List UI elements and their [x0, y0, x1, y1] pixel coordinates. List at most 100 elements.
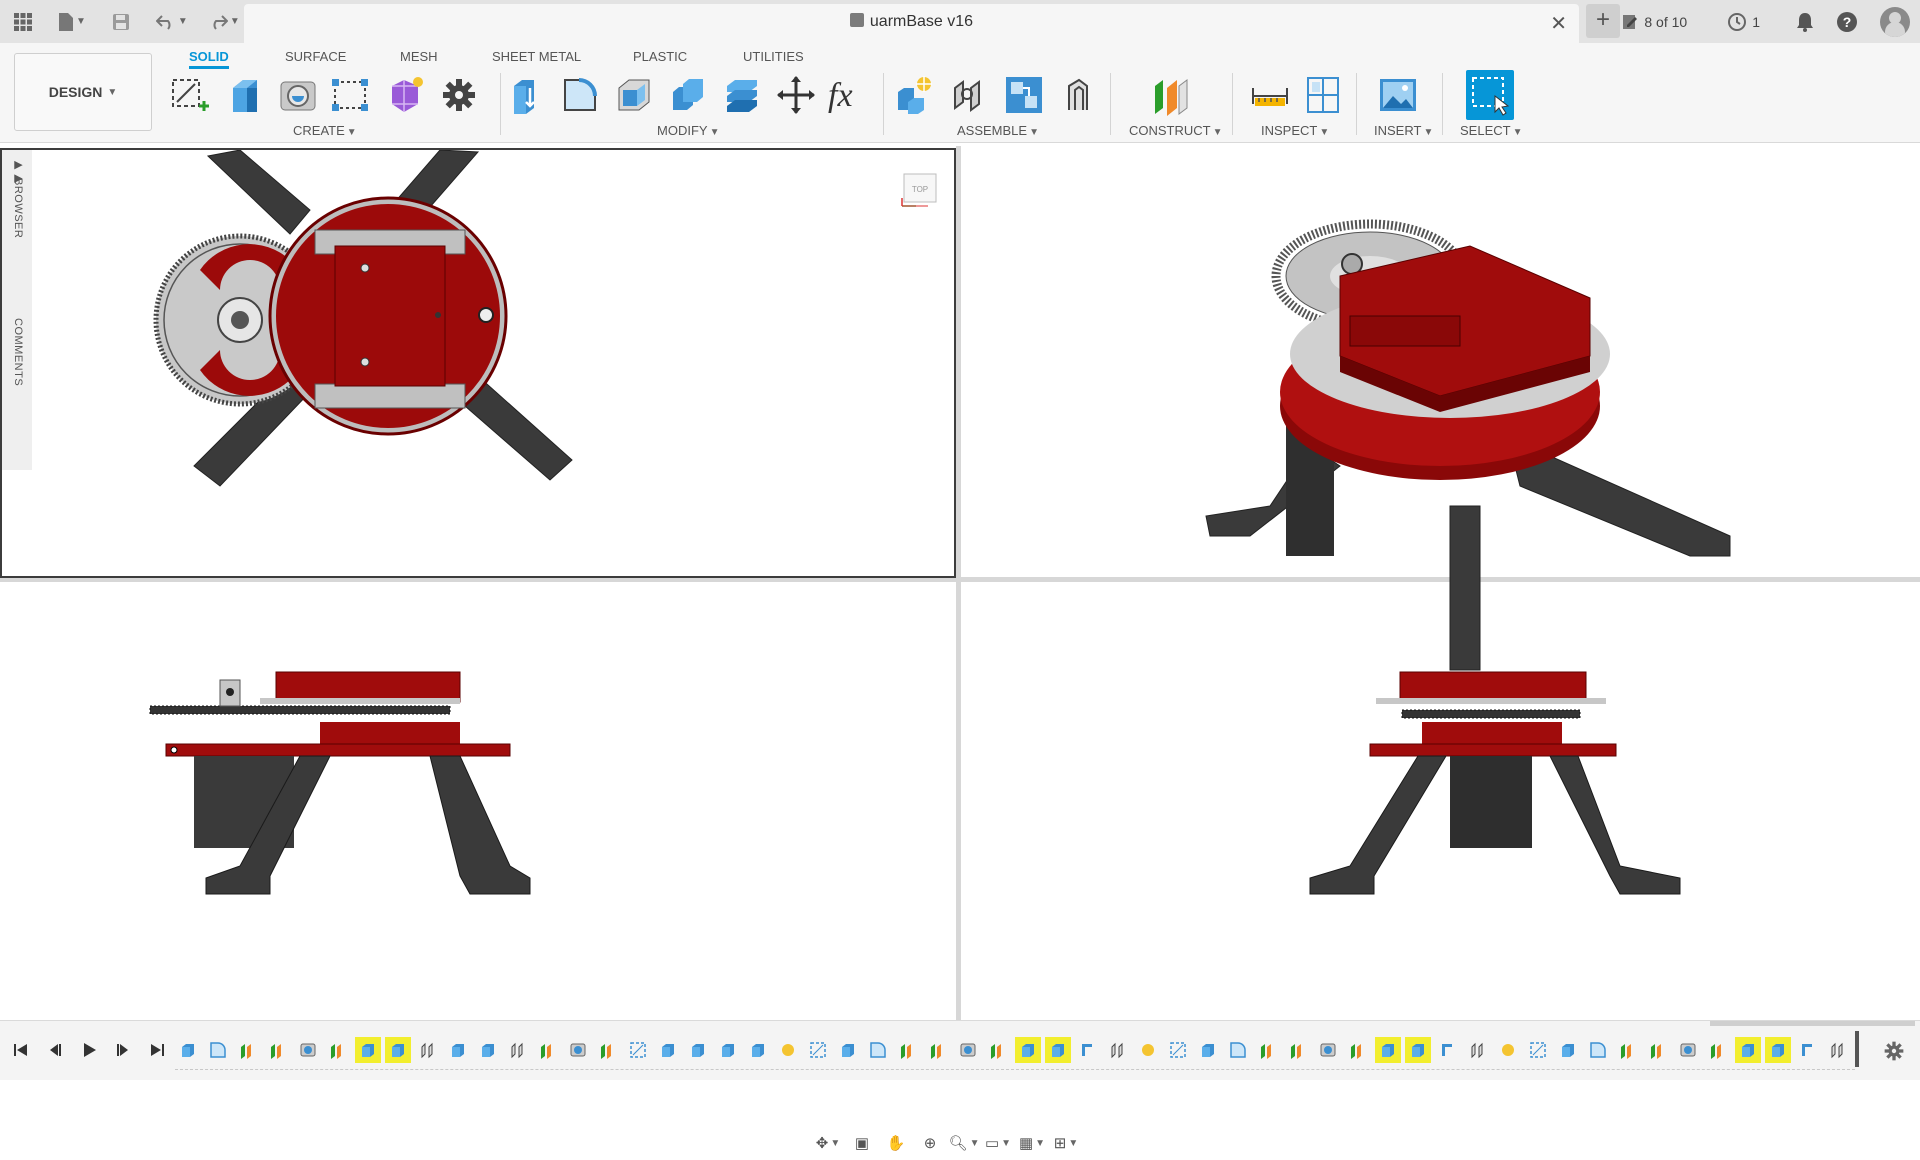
timeline-marker[interactable] — [1855, 1031, 1859, 1067]
timeline-extrude-icon[interactable] — [1735, 1037, 1761, 1063]
timeline-extrude-icon[interactable] — [1375, 1037, 1401, 1063]
timeline-fillet-icon[interactable] — [865, 1037, 891, 1063]
timeline-component-icon[interactable] — [775, 1037, 801, 1063]
timeline-hole-icon[interactable] — [1675, 1037, 1701, 1063]
combine-icon[interactable] — [666, 73, 710, 117]
comments-label[interactable]: COMMENTS — [12, 318, 24, 386]
timeline-plane-icon[interactable] — [1615, 1037, 1641, 1063]
timeline-extrude-icon[interactable] — [1015, 1037, 1041, 1063]
timeline-extrude-icon[interactable] — [475, 1037, 501, 1063]
grid-settings-icon[interactable]: ▦ ▼ — [1018, 1129, 1046, 1157]
insert-image-icon[interactable] — [1376, 73, 1420, 117]
view-cube[interactable]: TOP — [898, 170, 942, 212]
browser-label[interactable]: BROWSER — [12, 178, 24, 238]
front-view-model[interactable] — [140, 666, 600, 906]
timeline-joint-icon[interactable] — [505, 1037, 531, 1063]
timeline-extrude-icon[interactable] — [1765, 1037, 1791, 1063]
timeline-plane-icon[interactable] — [1285, 1037, 1311, 1063]
timeline-plane-icon[interactable] — [595, 1037, 621, 1063]
tab-utilities[interactable]: UTILITIES — [743, 45, 804, 69]
version-button[interactable]: 8 of 10 — [1609, 13, 1699, 31]
timeline-extrude-icon[interactable] — [445, 1037, 471, 1063]
redo-button[interactable]: ▼ — [202, 7, 246, 37]
timeline-extrude-icon[interactable] — [355, 1037, 381, 1063]
zoom-icon[interactable]: ⊕ — [916, 1129, 944, 1157]
split-body-icon[interactable] — [720, 73, 764, 117]
timeline-hole-icon[interactable] — [955, 1037, 981, 1063]
file-menu-button[interactable]: ▼ — [52, 7, 92, 37]
timeline-hole-icon[interactable] — [565, 1037, 591, 1063]
timeline-component-icon[interactable] — [1495, 1037, 1521, 1063]
select-icon[interactable] — [1466, 70, 1514, 120]
revolve-icon[interactable] — [276, 73, 320, 117]
timeline-plane-icon[interactable] — [325, 1037, 351, 1063]
move-copy-icon[interactable] — [774, 73, 818, 117]
timeline-extrude-icon[interactable] — [385, 1037, 411, 1063]
timeline-extrude-icon[interactable] — [835, 1037, 861, 1063]
measure-icon[interactable] — [1248, 73, 1292, 117]
timeline-sketch-icon[interactable] — [1525, 1037, 1551, 1063]
new-component-icon[interactable] — [893, 73, 937, 117]
insert-group-label[interactable]: INSERT ▼ — [1374, 123, 1433, 138]
timeline-plane-icon[interactable] — [985, 1037, 1011, 1063]
inspect-group-label[interactable]: INSPECT ▼ — [1261, 123, 1329, 138]
timeline-joint-icon[interactable] — [1105, 1037, 1131, 1063]
offset-plane-icon[interactable] — [1150, 73, 1194, 117]
timeline-sketch-icon[interactable] — [1165, 1037, 1191, 1063]
timeline-extrude-icon[interactable] — [1045, 1037, 1071, 1063]
timeline-plane-icon[interactable] — [895, 1037, 921, 1063]
tab-solid[interactable]: SOLID — [189, 45, 229, 69]
parameters-fx-icon[interactable]: fx — [826, 73, 870, 117]
create-sketch-icon[interactable] — [168, 73, 212, 117]
user-avatar[interactable] — [1880, 6, 1910, 37]
timeline-plane-icon[interactable] — [235, 1037, 261, 1063]
timeline-rigid-icon[interactable] — [1435, 1037, 1461, 1063]
modify-group-label[interactable]: MODIFY ▼ — [657, 123, 719, 138]
viewports-layout-icon[interactable]: ⊞ ▼ — [1052, 1129, 1080, 1157]
look-at-icon[interactable]: ▣ — [848, 1129, 876, 1157]
timeline-rigid-icon[interactable] — [1075, 1037, 1101, 1063]
timeline-rigid-icon[interactable] — [1795, 1037, 1821, 1063]
orbit-icon[interactable]: ✥ ▼ — [814, 1129, 842, 1157]
close-tab-icon[interactable]: ✕ — [1550, 11, 1567, 36]
timeline-extrude-icon[interactable] — [1405, 1037, 1431, 1063]
timeline-settings-gear-icon[interactable] — [1880, 1037, 1908, 1065]
timeline-extrude-icon[interactable] — [715, 1037, 741, 1063]
step-back-icon[interactable] — [42, 1037, 68, 1063]
press-pull-icon[interactable] — [505, 73, 549, 117]
tab-surface[interactable]: SURFACE — [285, 45, 346, 69]
jobs-button[interactable]: 1 — [1715, 12, 1772, 32]
construct-group-label[interactable]: CONSTRUCT ▼ — [1129, 123, 1223, 138]
notifications-bell-icon[interactable] — [1790, 7, 1820, 37]
collapsed-browser-panel[interactable]: ▶▶ BROWSER COMMENTS — [2, 150, 32, 470]
top-view-model[interactable] — [140, 150, 580, 510]
canvas-viewports[interactable]: ▶▶ BROWSER COMMENTS TOP ✥ ▼ ▣ ✋ ⊕ 🔍︎ ▼ ▭… — [0, 146, 1920, 1152]
timeline-fillet-icon[interactable] — [205, 1037, 231, 1063]
right-view-model[interactable] — [1290, 666, 1690, 906]
form-icon[interactable] — [383, 73, 427, 117]
tab-mesh[interactable]: MESH — [400, 45, 438, 69]
timeline-joint-icon[interactable] — [415, 1037, 441, 1063]
iso-view-model[interactable] — [1190, 206, 1750, 726]
shell-icon[interactable] — [612, 73, 656, 117]
as-built-joint-icon[interactable] — [1002, 73, 1046, 117]
extrude-icon[interactable] — [222, 73, 266, 117]
timeline-component-icon[interactable] — [1135, 1037, 1161, 1063]
timeline-plane-icon[interactable] — [1345, 1037, 1371, 1063]
create-group-label[interactable]: CREATE ▼ — [293, 123, 357, 138]
timeline-extrude-icon[interactable] — [685, 1037, 711, 1063]
timeline-plane-icon[interactable] — [925, 1037, 951, 1063]
step-forward-icon[interactable] — [110, 1037, 136, 1063]
go-to-start-icon[interactable] — [8, 1037, 34, 1063]
timeline-extrude-icon[interactable] — [1195, 1037, 1221, 1063]
timeline-sketch-icon[interactable] — [625, 1037, 651, 1063]
joint-icon[interactable] — [948, 73, 992, 117]
section-analysis-icon[interactable] — [1301, 73, 1345, 117]
select-group-label[interactable]: SELECT ▼ — [1460, 123, 1522, 138]
app-grid-icon[interactable] — [8, 7, 38, 37]
timeline-joint-icon[interactable] — [1465, 1037, 1491, 1063]
timeline-extrude-icon[interactable] — [745, 1037, 771, 1063]
timeline-plane-icon[interactable] — [1645, 1037, 1671, 1063]
timeline-fillet-icon[interactable] — [1585, 1037, 1611, 1063]
timeline-plane-icon[interactable] — [535, 1037, 561, 1063]
